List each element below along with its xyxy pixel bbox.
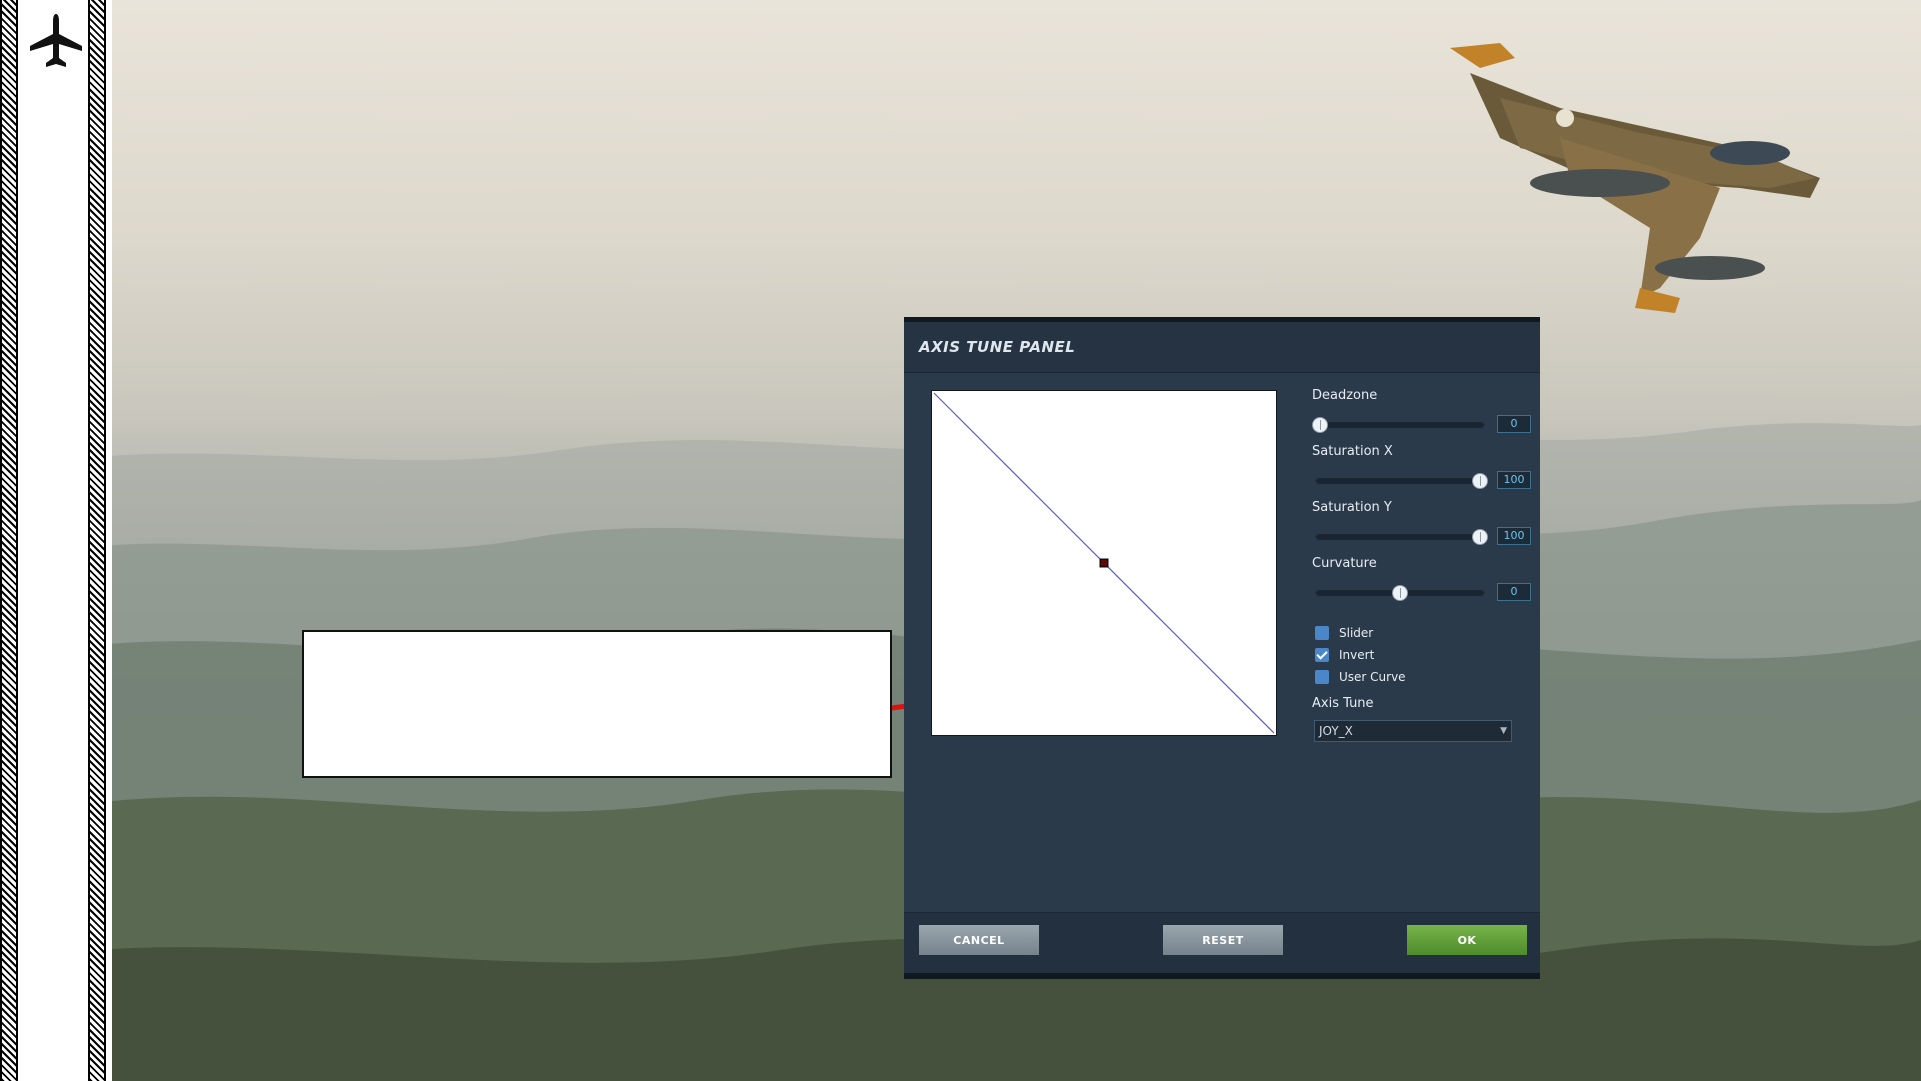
axis-curve-plot bbox=[933, 392, 1275, 734]
saturation-y-slider-knob[interactable] bbox=[1472, 529, 1488, 545]
rail-stripe-left bbox=[0, 0, 18, 1081]
left-rail bbox=[0, 0, 112, 1081]
curvature-slider-knob[interactable] bbox=[1392, 585, 1408, 601]
panel-footer: CANCEL RESET OK bbox=[904, 912, 1540, 973]
saturation-y-label: Saturation Y bbox=[1312, 500, 1392, 515]
saturation-y-slider-track[interactable] bbox=[1316, 534, 1484, 540]
deadzone-value[interactable]: 0 bbox=[1497, 415, 1531, 433]
deadzone-slider-row: 0 bbox=[1312, 406, 1534, 442]
curvature-label: Curvature bbox=[1312, 556, 1377, 571]
panel-title: AXIS TUNE PANEL bbox=[919, 338, 1076, 356]
cancel-button[interactable]: CANCEL bbox=[919, 925, 1039, 955]
rail-stripe-right bbox=[88, 0, 106, 1081]
slider-checkbox-row[interactable]: Slider bbox=[1315, 622, 1534, 644]
slider-checkbox[interactable] bbox=[1315, 626, 1329, 640]
saturation-x-slider-knob[interactable] bbox=[1472, 473, 1488, 489]
reset-button[interactable]: RESET bbox=[1163, 925, 1283, 955]
saturation-y-value[interactable]: 100 bbox=[1497, 527, 1531, 545]
saturation-x-slider-row: 100 bbox=[1312, 462, 1534, 498]
axis-tune-dropdown[interactable]: JOY_X ▼ bbox=[1314, 720, 1512, 742]
slider-checkbox-label: Slider bbox=[1339, 626, 1374, 640]
axis-curve-graph bbox=[931, 390, 1277, 736]
deadzone-slider-track[interactable] bbox=[1316, 422, 1484, 428]
axis-tune-selected: JOY_X bbox=[1319, 724, 1353, 738]
curvature-slider-row: 0 bbox=[1312, 574, 1534, 610]
axis-position-marker bbox=[1099, 558, 1109, 568]
invert-checkbox-label: Invert bbox=[1339, 648, 1375, 662]
user-curve-checkbox-label: User Curve bbox=[1339, 670, 1406, 684]
ok-button[interactable]: OK bbox=[1407, 925, 1527, 955]
saturation-x-value[interactable]: 100 bbox=[1497, 471, 1531, 489]
axis-tune-panel: AXIS TUNE PANEL Deadzone 0 Saturation X … bbox=[904, 317, 1540, 979]
saturation-y-slider-row: 100 bbox=[1312, 518, 1534, 554]
deadzone-label: Deadzone bbox=[1312, 388, 1378, 403]
saturation-x-slider-track[interactable] bbox=[1316, 478, 1484, 484]
saturation-x-label: Saturation X bbox=[1312, 444, 1393, 459]
annotation-box bbox=[302, 630, 892, 778]
curvature-value[interactable]: 0 bbox=[1497, 583, 1531, 601]
invert-checkbox-row[interactable]: Invert bbox=[1315, 644, 1534, 666]
chevron-down-icon: ▼ bbox=[1500, 726, 1507, 736]
user-curve-checkbox[interactable] bbox=[1315, 670, 1329, 684]
axis-controls: Deadzone 0 Saturation X 100 Saturation Y… bbox=[1312, 386, 1534, 742]
airplane-icon bbox=[30, 14, 82, 67]
user-curve-checkbox-row[interactable]: User Curve bbox=[1315, 666, 1534, 688]
panel-header: AXIS TUNE PANEL bbox=[904, 322, 1540, 373]
deadzone-slider-knob[interactable] bbox=[1312, 417, 1328, 433]
invert-checkbox[interactable] bbox=[1315, 648, 1329, 662]
axis-tune-label: Axis Tune bbox=[1312, 696, 1374, 711]
fighter-jet-illustration bbox=[1450, 43, 1820, 313]
